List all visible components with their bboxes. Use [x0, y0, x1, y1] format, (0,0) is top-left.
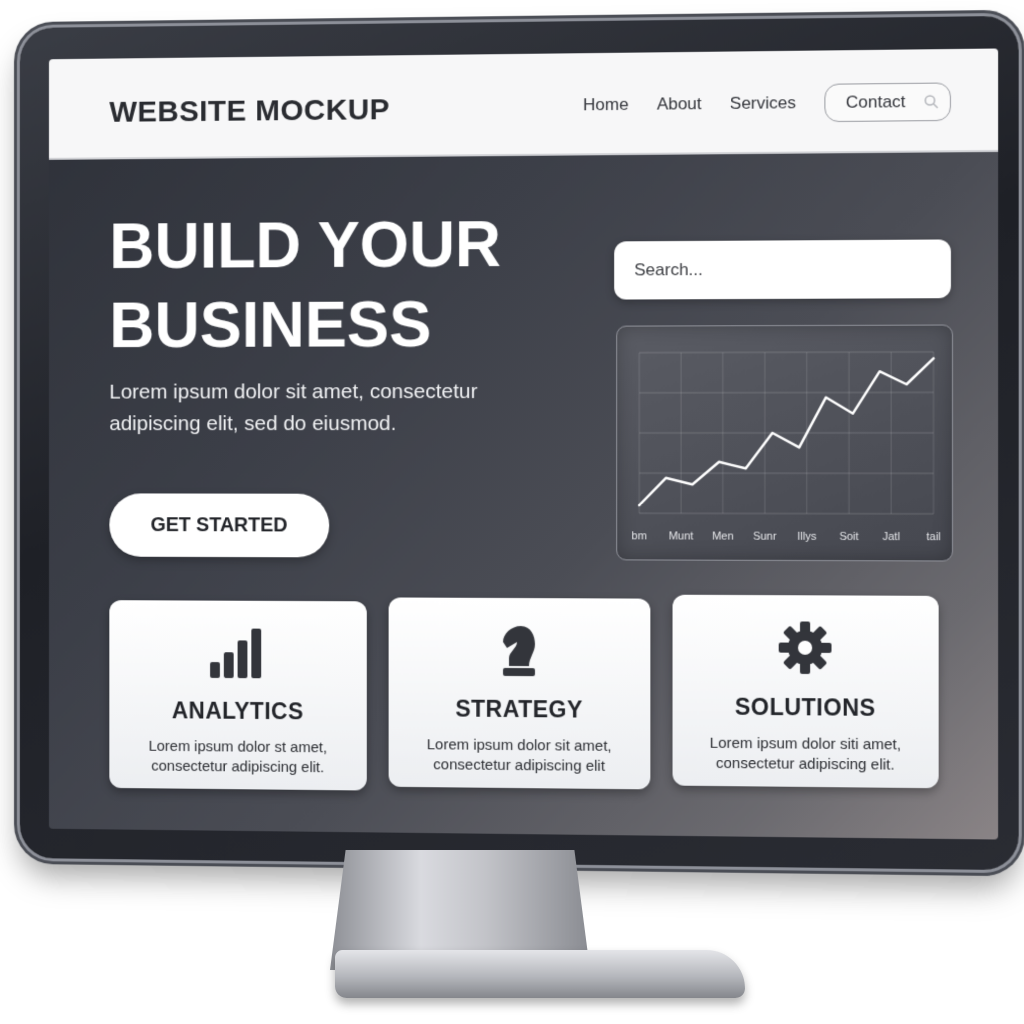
- card-title: SOLUTIONS: [673, 693, 939, 722]
- card-analytics[interactable]: ANALYTICS Lorem ipsum dolor st amet, con…: [109, 600, 366, 790]
- hero-title-line-1: BUILD YOUR: [109, 208, 501, 282]
- chart-x-tick-label: Men: [712, 530, 734, 542]
- chart-x-tick-label: Illys: [797, 531, 817, 543]
- chart-gridline: [639, 352, 933, 353]
- card-solutions[interactable]: SOLUTIONS Lorem ipsum dolor siti amet, c…: [673, 595, 939, 789]
- card-description: Lorem ipsum dolor st amet, consectetur a…: [129, 737, 347, 779]
- site-logo[interactable]: WEBSITE MOCKUP: [109, 93, 390, 129]
- chess-knight-icon: [495, 622, 543, 680]
- monitor-stand-base: [335, 950, 745, 998]
- chart-x-tick-label: bm: [632, 530, 647, 542]
- nav-services[interactable]: Services: [730, 93, 796, 114]
- hero-title: BUILD YOUR BUSINESS: [109, 204, 564, 365]
- site-header: WEBSITE MOCKUP Home About Services Conta…: [49, 48, 998, 159]
- monitor-screen: WEBSITE MOCKUP Home About Services Conta…: [49, 48, 998, 839]
- get-started-button[interactable]: GET STARTED: [109, 493, 329, 557]
- card-description: Lorem ipsum dolor sit amet, consectetur …: [408, 735, 630, 777]
- chart-x-tick-label: tail: [926, 531, 940, 543]
- nav-home[interactable]: Home: [583, 95, 629, 116]
- main-nav: Home About Services Contact: [583, 82, 951, 124]
- contact-button[interactable]: Contact: [824, 82, 951, 122]
- card-description: Lorem ipsum dolor siti amet, consectetur…: [693, 734, 918, 776]
- hero-title-line-2: BUSINESS: [109, 288, 431, 361]
- chart-x-tick-label: Soit: [839, 531, 858, 543]
- chart-x-tick-label: Jatl: [882, 531, 899, 543]
- chart-gridline: [639, 513, 933, 514]
- growth-chart: bm Munt Men Sunr Illys Soit Jatl tail: [616, 324, 953, 561]
- chart-plot: bm Munt Men Sunr Illys Soit Jatl tail: [617, 326, 952, 561]
- contact-label: Contact: [846, 92, 906, 113]
- monitor-bezel: WEBSITE MOCKUP Home About Services Conta…: [20, 16, 1019, 870]
- chart-x-tick-label: Sunr: [753, 531, 777, 543]
- gear-icon: [777, 619, 834, 676]
- bar-chart-icon: [206, 624, 269, 680]
- hero-description: Lorem ipsum dolor sit amet, consectetur …: [109, 376, 544, 440]
- search-icon: [923, 94, 939, 110]
- search-input[interactable]: [614, 239, 951, 299]
- nav-about[interactable]: About: [657, 94, 702, 115]
- chart-x-tick-label: Munt: [669, 530, 694, 542]
- card-title: STRATEGY: [389, 695, 651, 724]
- chart-series-line: [639, 358, 933, 505]
- card-strategy[interactable]: STRATEGY Lorem ipsum dolor sit amet, con…: [389, 597, 651, 789]
- card-title: ANALYTICS: [109, 697, 366, 726]
